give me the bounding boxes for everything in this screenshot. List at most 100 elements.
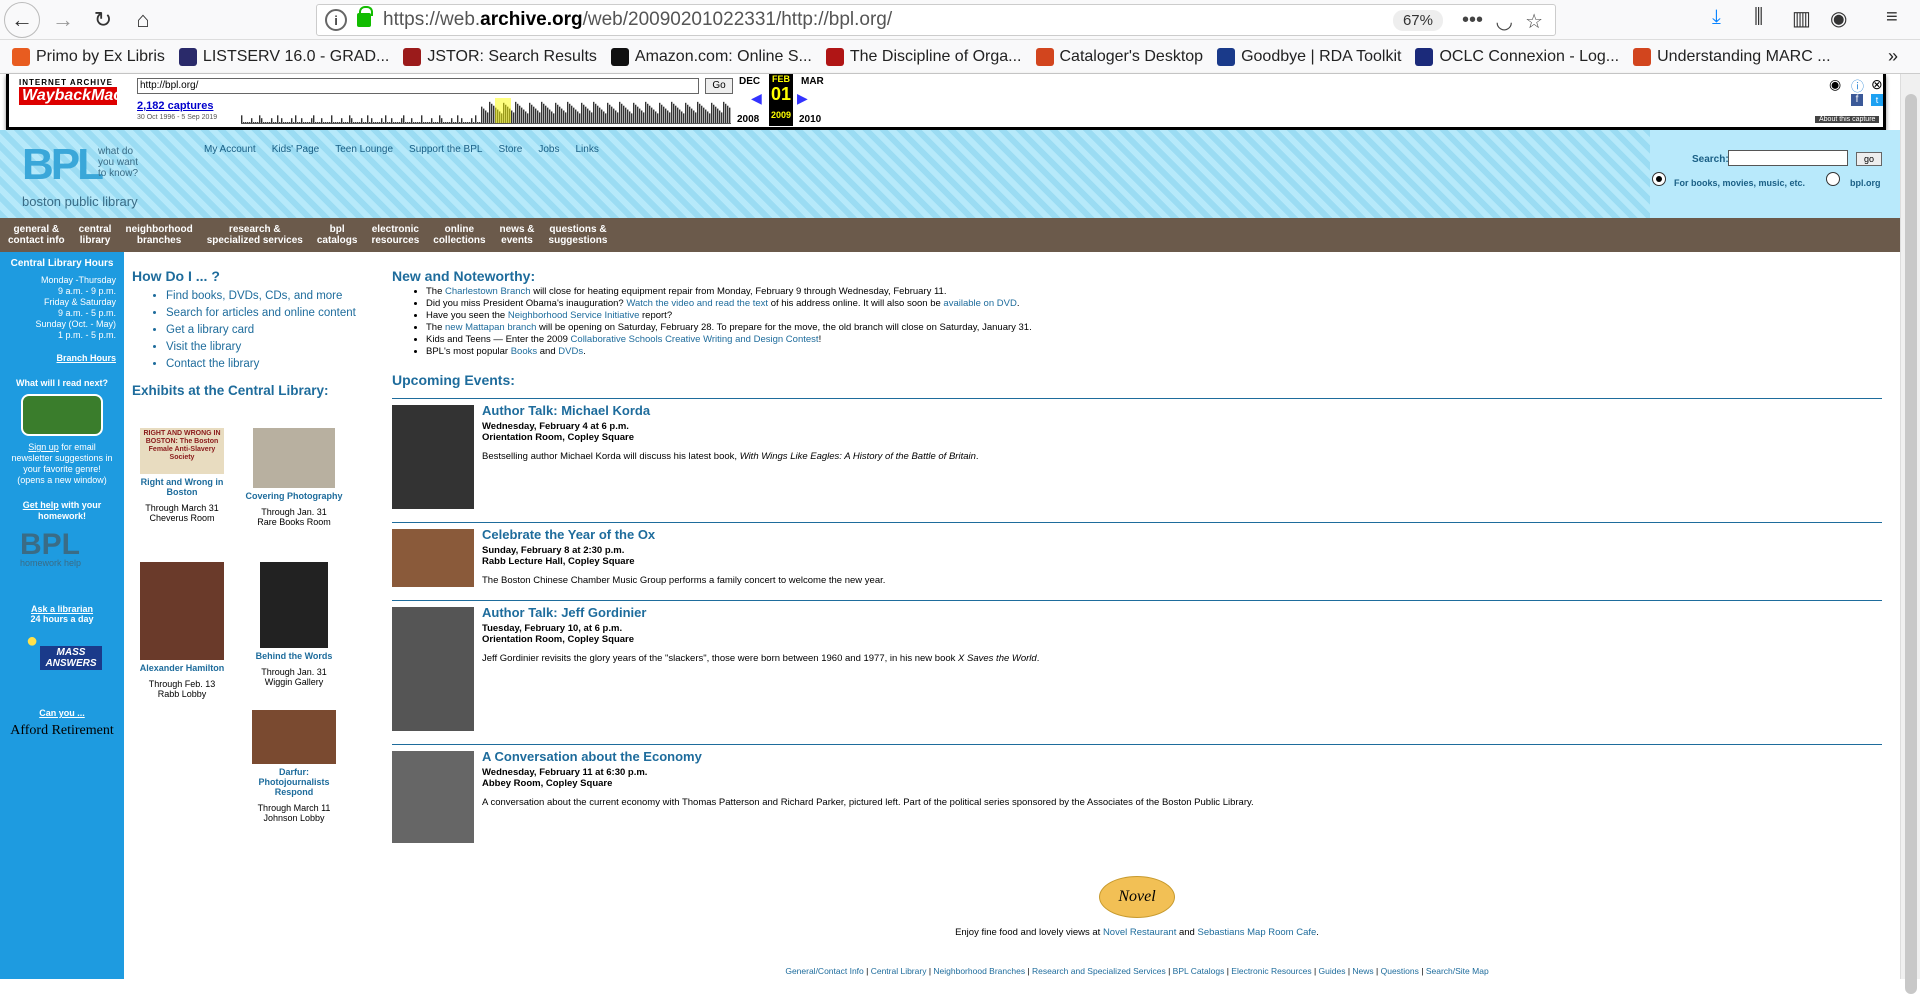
event-photo[interactable]	[392, 607, 474, 731]
nav-item[interactable]: news & events	[500, 224, 535, 246]
nav-item[interactable]: neighborhood branches	[125, 224, 192, 246]
scrollbar[interactable]	[1900, 74, 1920, 994]
event-title[interactable]: Celebrate the Year of the Ox	[482, 527, 885, 542]
novel-restaurant-link[interactable]: Novel Restaurant	[1103, 927, 1176, 938]
wayback-go-button[interactable]: Go	[705, 78, 733, 94]
url-text[interactable]: https://web.archive.org/web/200902010223…	[383, 9, 892, 31]
nav-item[interactable]: general & contact info	[8, 224, 65, 246]
exhibit-thumbnail[interactable]: RIGHT AND WRONG IN BOSTON: The Boston Fe…	[140, 428, 224, 474]
exhibit-item[interactable]: RIGHT AND WRONG IN BOSTON: The Boston Fe…	[132, 428, 232, 523]
event-title[interactable]: Author Talk: Jeff Gordinier	[482, 605, 1039, 620]
help-icon[interactable]: ⓘ	[1851, 76, 1864, 95]
top-link[interactable]: Links	[575, 144, 598, 155]
scrollbar-thumb[interactable]	[1905, 94, 1917, 994]
news-link[interactable]: DVDs	[558, 346, 583, 357]
ask-librarian-link[interactable]: Ask a librarian	[0, 604, 124, 614]
nav-item[interactable]: bpl catalogs	[317, 224, 358, 246]
event-photo[interactable]	[392, 529, 474, 587]
top-link[interactable]: My Account	[204, 144, 256, 155]
footer-link[interactable]: Questions	[1381, 966, 1419, 976]
exhibit-item[interactable]: Covering Photography Through Jan. 31 Rare …	[244, 428, 344, 527]
facebook-icon[interactable]: f	[1851, 94, 1863, 106]
exhibit-title[interactable]: Darfur: Photojournalists Respond	[244, 767, 344, 797]
bookmark-item[interactable]: Primo by Ex Libris	[12, 47, 165, 66]
bookmark-item[interactable]: The Discipline of Orga...	[825, 47, 1022, 66]
bookmark-item[interactable]: Cataloger's Desktop	[1035, 47, 1203, 66]
exhibit-thumbnail[interactable]	[253, 428, 335, 488]
exhibit-item[interactable]: Alexander Hamilton Through Feb. 13 Rabb Lo…	[132, 562, 232, 699]
bookmark-item[interactable]: LISTSERV 16.0 - GRAD...	[178, 47, 389, 66]
exhibit-item[interactable]: Behind the Words Through Jan. 31 Wiggin Ga…	[244, 562, 344, 687]
bookmark-star-icon[interactable]: ☆	[1525, 9, 1543, 34]
wayback-logo[interactable]: INTERNET ARCHIVE WaybackMachine	[19, 78, 155, 122]
nav-item[interactable]: electronic resources	[371, 224, 419, 246]
nav-item[interactable]: questions & suggestions	[549, 224, 608, 246]
novelist-logo[interactable]	[21, 394, 103, 436]
news-link[interactable]: new Mattapan branch	[445, 322, 536, 333]
event-title[interactable]: Author Talk: Michael Korda	[482, 403, 979, 418]
twitter-icon[interactable]: t	[1871, 94, 1883, 106]
footer-link[interactable]: Guides	[1319, 966, 1346, 976]
top-link[interactable]: Kids' Page	[272, 144, 320, 155]
top-link[interactable]: Support the BPL	[409, 144, 482, 155]
news-link[interactable]: Charlestown Branch	[445, 286, 531, 297]
reload-icon[interactable]: ↻	[86, 3, 120, 37]
nav-item[interactable]: online collections	[433, 224, 485, 246]
footer-link[interactable]: BPL Catalogs	[1173, 966, 1225, 976]
map-room-cafe-link[interactable]: Sebastians Map Room Cafe	[1197, 927, 1316, 938]
exhibit-title[interactable]: Behind the Words	[244, 651, 344, 661]
nav-item[interactable]: central library	[79, 224, 112, 246]
exhibit-title[interactable]: Right and Wrong in Boston	[132, 477, 232, 497]
top-link[interactable]: Jobs	[538, 144, 559, 155]
novel-logo[interactable]: Novel	[392, 876, 1882, 918]
prev-year[interactable]: 2008	[737, 114, 759, 125]
branch-hours-link[interactable]: Branch Hours	[0, 353, 124, 364]
exhibit-item[interactable]: Darfur: Photojournalists Respond Through …	[244, 710, 344, 823]
more-bookmarks-icon[interactable]: »	[1888, 46, 1898, 67]
footer-link[interactable]: Research and Specialized Services	[1032, 966, 1166, 976]
get-help-link[interactable]: Get help	[23, 500, 59, 510]
nav-item[interactable]: research & specialized services	[207, 224, 303, 246]
next-month[interactable]: MAR	[801, 76, 824, 87]
radio-bplorg[interactable]	[1826, 172, 1840, 186]
footer-link[interactable]: Search/Site Map	[1426, 966, 1489, 976]
sidebar-icon[interactable]: ▥	[1792, 6, 1811, 31]
news-link[interactable]: Neighborhood Service Initiative	[508, 310, 640, 321]
search-go-button[interactable]: go	[1856, 152, 1882, 166]
bookmark-item[interactable]: JSTOR: Search Results	[403, 47, 597, 66]
about-capture-link[interactable]: About this capture	[1815, 116, 1880, 123]
afford-retirement-logo[interactable]: Afford Retirement	[10, 724, 114, 738]
wayback-url-input[interactable]: http://bpl.org/	[137, 78, 699, 94]
footer-link[interactable]: Electronic Resources	[1231, 966, 1311, 976]
exhibit-title[interactable]: Covering Photography	[244, 491, 344, 501]
how-do-i-link[interactable]: Visit the library	[166, 339, 372, 356]
homework-help-logo[interactable]: BPL homework help	[20, 528, 110, 568]
home-icon[interactable]: ⌂	[126, 3, 160, 37]
exhibit-thumbnail[interactable]	[260, 562, 328, 648]
exhibit-thumbnail[interactable]	[140, 562, 224, 660]
next-year[interactable]: 2010	[799, 114, 821, 125]
account-icon[interactable]: ◉	[1830, 6, 1847, 31]
bookmark-item[interactable]: OCLC Connexion - Log...	[1415, 47, 1619, 66]
can-you-link[interactable]: Can you ...	[0, 708, 124, 718]
library-icon[interactable]: ⫼	[1754, 6, 1763, 29]
event-photo[interactable]	[392, 405, 474, 509]
forward-icon[interactable]: →	[46, 3, 80, 37]
menu-icon[interactable]: ≡	[1886, 6, 1898, 29]
top-link[interactable]: Store	[498, 144, 522, 155]
bookmark-item[interactable]: Understanding MARC ...	[1633, 47, 1831, 66]
event-title[interactable]: A Conversation about the Economy	[482, 749, 1254, 764]
how-do-i-link[interactable]: Get a library card	[166, 322, 372, 339]
pocket-icon[interactable]: ◡	[1496, 9, 1513, 34]
bpl-logo[interactable]: BPL what do you want to know? boston pub…	[22, 140, 152, 212]
footer-link[interactable]: News	[1352, 966, 1373, 976]
search-input[interactable]	[1728, 150, 1848, 166]
news-link[interactable]: Books	[511, 346, 537, 357]
back-icon[interactable]: ←	[4, 1, 40, 38]
page-actions-icon[interactable]: •••	[1462, 9, 1483, 32]
download-icon[interactable]: ⤓	[1712, 6, 1721, 29]
prev-month[interactable]: DEC	[739, 76, 760, 87]
top-link[interactable]: Teen Lounge	[335, 144, 393, 155]
news-link[interactable]: Collaborative Schools Creative Writing a…	[571, 334, 819, 345]
how-do-i-link[interactable]: Find books, DVDs, CDs, and more	[166, 288, 372, 305]
